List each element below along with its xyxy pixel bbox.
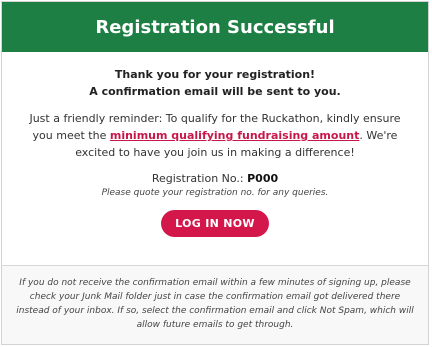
minimum-fundraising-link[interactable]: minimum qualifying fundraising amount bbox=[110, 129, 360, 142]
junk-mail-notice: If you do not receive the confirmation e… bbox=[2, 265, 428, 344]
thank-you-line: Thank you for your registration! bbox=[114, 68, 316, 81]
registration-number-label: Registration No.: bbox=[151, 172, 248, 186]
registration-number-value: P000 bbox=[247, 172, 279, 186]
confirmation-email-line: A confirmation email will be sent to you… bbox=[89, 85, 341, 99]
page-title: Registration Successful bbox=[95, 16, 335, 38]
fundraising-reminder: Just a friendly reminder: To qualify for… bbox=[18, 110, 412, 161]
log-in-now-button[interactable]: LOG IN NOW bbox=[161, 209, 269, 237]
header-banner: Registration Successful bbox=[2, 2, 428, 52]
registration-number-row: Registration No.: P000 bbox=[18, 171, 412, 187]
main-content: Thank you for your registration! A confi… bbox=[2, 52, 428, 237]
registration-success-card: Registration Successful Thank you for yo… bbox=[1, 1, 429, 345]
registration-quote-note: Please quote your registration no. for a… bbox=[101, 188, 329, 199]
junk-mail-notice-text: If you do not receive the confirmation e… bbox=[16, 278, 414, 330]
thank-you-message: Thank you for your registration! A confi… bbox=[18, 66, 412, 100]
